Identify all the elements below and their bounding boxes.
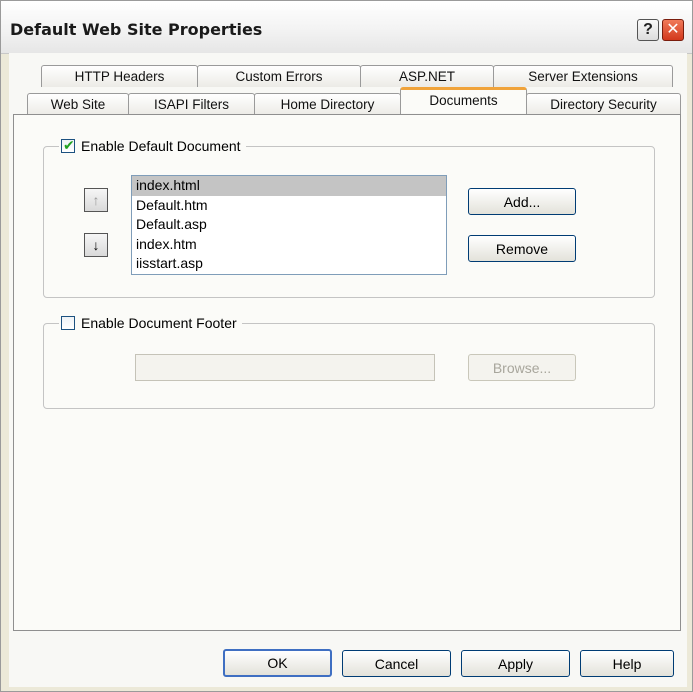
- move-down-button[interactable]: ↓: [84, 233, 108, 257]
- default-documents-list[interactable]: index.html Default.htm Default.asp index…: [131, 175, 447, 275]
- close-window-button[interactable]: ✕: [662, 19, 684, 41]
- enable-default-document-label[interactable]: Enable Default Document: [81, 138, 241, 154]
- add-button[interactable]: Add...: [468, 188, 576, 215]
- tab-home-directory[interactable]: Home Directory: [254, 93, 401, 115]
- window-title: Default Web Site Properties: [10, 20, 263, 39]
- enable-document-footer-checkbox[interactable]: [61, 316, 75, 330]
- question-mark-icon: ?: [643, 21, 653, 38]
- arrow-down-icon: ↓: [92, 237, 100, 253]
- arrow-up-icon: ↑: [92, 192, 100, 208]
- tab-asp-net[interactable]: ASP.NET: [360, 65, 494, 87]
- tab-directory-security[interactable]: Directory Security: [526, 93, 681, 115]
- list-item[interactable]: Default.htm: [132, 196, 446, 216]
- browse-button[interactable]: Browse...: [468, 354, 576, 381]
- help-button[interactable]: Help: [580, 650, 674, 677]
- move-up-button[interactable]: ↑: [84, 188, 108, 212]
- checkmark-icon: ✔: [63, 137, 75, 153]
- title-bar[interactable]: Default Web Site Properties ? ✕: [1, 1, 692, 54]
- cancel-button[interactable]: Cancel: [342, 650, 451, 677]
- properties-dialog: Default Web Site Properties ? ✕ HTTP Hea…: [0, 0, 693, 692]
- document-footer-legend: Enable Document Footer: [59, 315, 242, 331]
- enable-document-footer-label[interactable]: Enable Document Footer: [81, 315, 237, 331]
- footer-path-input[interactable]: [135, 354, 435, 381]
- list-item[interactable]: iisstart.asp: [132, 254, 446, 274]
- close-icon: ✕: [666, 21, 680, 38]
- remove-button[interactable]: Remove: [468, 235, 576, 262]
- list-item[interactable]: Default.asp: [132, 215, 446, 235]
- tab-isapi-filters[interactable]: ISAPI Filters: [128, 93, 255, 115]
- help-title-button[interactable]: ?: [637, 19, 659, 41]
- tab-custom-errors[interactable]: Custom Errors: [197, 65, 361, 87]
- list-item[interactable]: index.htm: [132, 235, 446, 255]
- tab-documents[interactable]: Documents: [400, 87, 527, 113]
- apply-button[interactable]: Apply: [461, 650, 570, 677]
- ok-button[interactable]: OK: [223, 649, 332, 677]
- list-item[interactable]: index.html: [132, 176, 446, 196]
- tab-server-extensions[interactable]: Server Extensions: [493, 65, 673, 87]
- default-document-legend: ✔ Enable Default Document: [59, 137, 246, 154]
- tab-http-headers[interactable]: HTTP Headers: [41, 65, 198, 87]
- enable-default-document-checkbox[interactable]: ✔: [61, 137, 75, 153]
- tab-web-site[interactable]: Web Site: [27, 93, 129, 115]
